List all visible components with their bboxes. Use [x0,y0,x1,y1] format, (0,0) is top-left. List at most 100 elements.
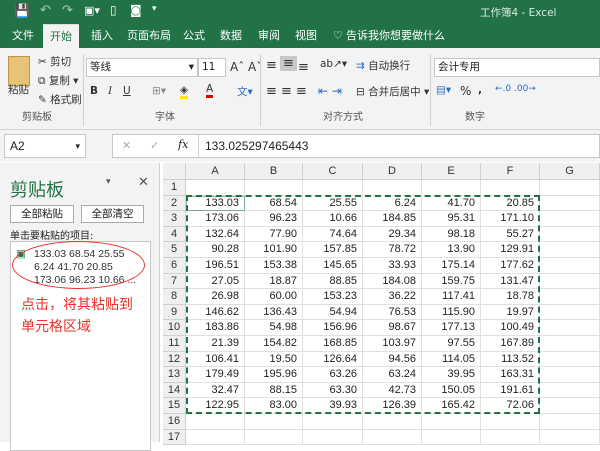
font-color-icon[interactable]: A [206,83,214,98]
column-header[interactable]: F [481,163,540,180]
phonetic-icon[interactable]: 文▾ [237,84,253,99]
cell[interactable] [363,414,422,430]
cell[interactable] [540,320,600,336]
align-left-icon[interactable]: ≡ ≡ ≡ [266,84,307,99]
cell[interactable] [540,429,600,446]
select-all-corner[interactable] [163,163,186,180]
cell[interactable] [363,180,422,196]
row-header[interactable]: 2 [163,195,186,212]
cell[interactable] [481,414,540,430]
enter-icon[interactable]: ✓ [150,139,159,152]
close-pane-icon[interactable]: ✕ [138,175,149,190]
cut-button[interactable]: ✂ 剪切 [38,54,71,69]
redo-icon[interactable]: ↷ [62,3,73,18]
borders-icon[interactable]: ⊞▾ [152,85,166,97]
cell[interactable] [186,180,245,196]
row-header[interactable]: 17 [163,429,186,446]
italic-button[interactable]: I [108,85,112,97]
tab-formulas[interactable]: 公式 [183,24,205,48]
align-top-icon[interactable]: ≡ [266,58,277,73]
wrap-text-button[interactable]: ⇉ 自动换行 [356,58,410,73]
tab-page-layout[interactable]: 页面布局 [127,24,171,48]
cell[interactable] [245,414,303,430]
tab-data[interactable]: 数据 [220,24,242,48]
percent-button[interactable]: % [460,84,471,98]
new-file-icon[interactable]: ▯ [110,3,117,17]
row-header[interactable]: 16 [163,414,186,430]
row-header[interactable]: 11 [163,336,186,352]
cell[interactable] [540,180,600,196]
insert-function-button[interactable]: fx [178,138,188,151]
cell[interactable] [540,242,600,258]
row-header[interactable]: 5 [163,242,186,258]
fill-color-icon[interactable]: ◈ [180,84,189,99]
cell[interactable] [186,429,245,446]
column-header[interactable]: D [363,163,422,180]
cell[interactable] [540,211,600,227]
clear-all-button[interactable]: 全部清空 [81,205,144,223]
comma-button[interactable]: , [478,84,482,96]
column-header[interactable]: A [186,163,245,180]
cell[interactable] [540,195,600,212]
align-middle-icon[interactable]: ≡ [280,56,297,71]
undo-icon[interactable]: ↶ [40,3,51,18]
row-header[interactable]: 8 [163,289,186,305]
row-header[interactable]: 10 [163,320,186,336]
cell[interactable] [303,180,363,196]
cell[interactable] [540,258,600,274]
number-format-select[interactable]: 会计专用 [434,58,600,77]
font-size-select[interactable]: 11 [198,58,226,77]
tab-file[interactable]: 文件 [12,24,34,48]
name-box[interactable]: A2 ▾ [4,134,86,158]
save-icon[interactable]: 💾 [14,4,30,19]
bold-button[interactable]: B [90,85,98,97]
tab-view[interactable]: 视图 [295,24,317,48]
cell[interactable] [422,429,481,446]
cell[interactable] [245,180,303,196]
row-header[interactable]: 12 [163,351,186,368]
row-header[interactable]: 1 [163,180,186,196]
tab-home[interactable]: 开始 [43,24,79,48]
cell[interactable] [540,273,600,290]
cell[interactable] [540,304,600,321]
underline-button[interactable]: U [123,85,131,97]
toolbox-icon[interactable]: ▣▾ [84,4,100,17]
tell-me-search[interactable]: 告诉我你想要做什么 [346,24,445,48]
camera-icon[interactable]: ◙ [130,3,142,17]
cell[interactable] [540,336,600,352]
formula-input[interactable]: 133.025297465443 [205,139,308,153]
column-header[interactable]: G [540,163,600,180]
cancel-icon[interactable]: ✕ [122,139,131,152]
cell[interactable] [422,414,481,430]
font-name-select[interactable]: 等线 ▾ [86,58,198,77]
row-header[interactable]: 6 [163,258,186,274]
cell[interactable] [540,367,600,383]
cell[interactable] [540,226,600,243]
cell[interactable] [422,180,481,196]
cell[interactable] [303,429,363,446]
tab-insert[interactable]: 插入 [91,24,113,48]
paste-all-button[interactable]: 全部粘贴 [10,205,74,223]
grow-font-icon[interactable]: Aˆ Aˇ [230,60,262,74]
cell[interactable] [363,429,422,446]
accounting-icon[interactable]: ▤▾ [436,84,451,96]
indent-icon[interactable]: ⇤ ⇥ [318,84,342,98]
increase-decimal-icon[interactable]: ←.0 .00→ [495,84,536,94]
row-header[interactable]: 7 [163,273,186,290]
cell[interactable] [481,429,540,446]
column-header[interactable]: C [303,163,363,180]
row-header[interactable]: 15 [163,398,186,414]
orientation-icon[interactable]: ab↗▾ [320,58,347,70]
column-header[interactable]: B [245,163,303,180]
copy-button[interactable]: ⧉ 复制 ▾ [38,73,78,88]
row-header[interactable]: 14 [163,382,186,399]
cell[interactable] [540,351,600,368]
row-header[interactable]: 9 [163,304,186,321]
cell[interactable] [540,382,600,399]
column-header[interactable]: E [422,163,481,180]
cell[interactable] [186,414,245,430]
format-painter-button[interactable]: ✎ 格式刷 [38,92,82,107]
row-header[interactable]: 13 [163,367,186,383]
merge-center-button[interactable]: ⊟ 合并后居中 ▾ [356,84,429,99]
customize-qat-icon[interactable]: ▾ [152,4,157,14]
